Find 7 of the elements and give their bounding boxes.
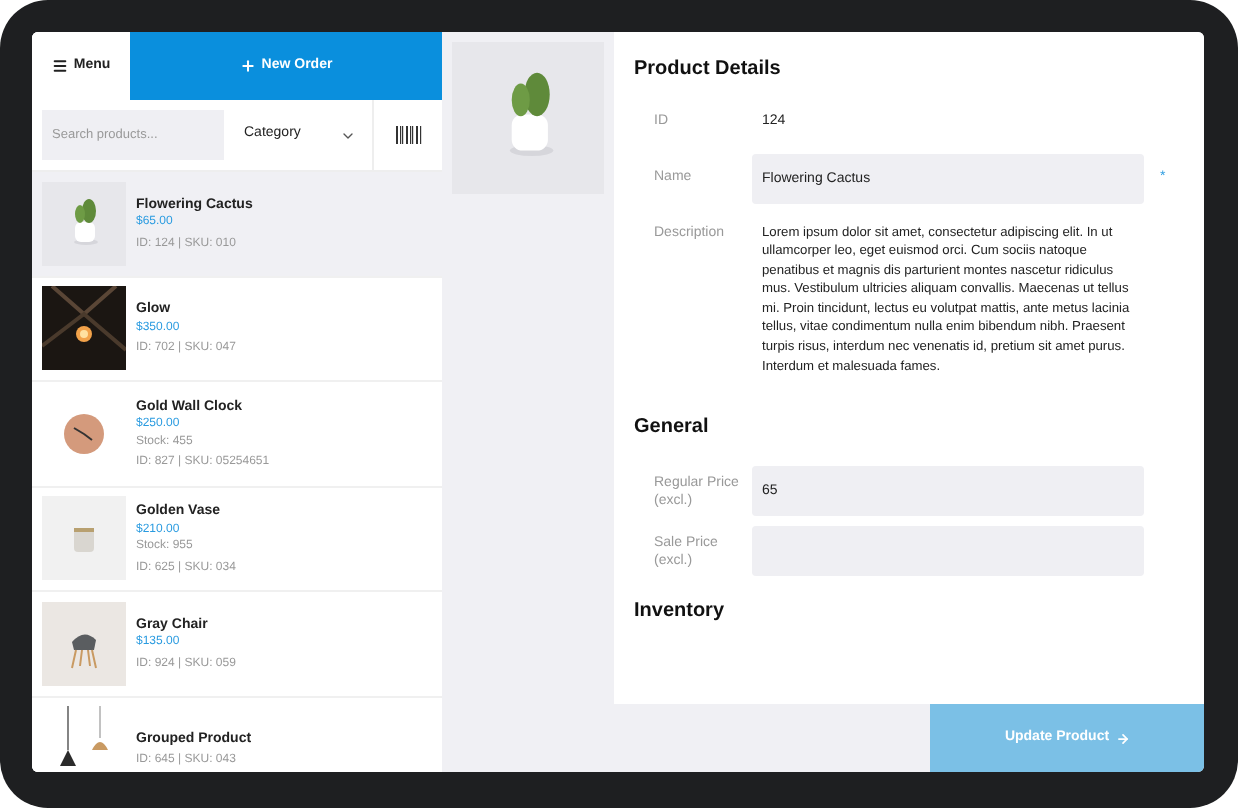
arrow-right-icon — [1115, 731, 1130, 745]
barcode-icon — [395, 126, 421, 144]
section-title: Inventory — [634, 598, 727, 627]
plus-icon — [239, 58, 256, 74]
section-title: General — [634, 414, 711, 443]
section-title: Product Details — [634, 56, 783, 84]
menu-icon — [51, 58, 68, 74]
